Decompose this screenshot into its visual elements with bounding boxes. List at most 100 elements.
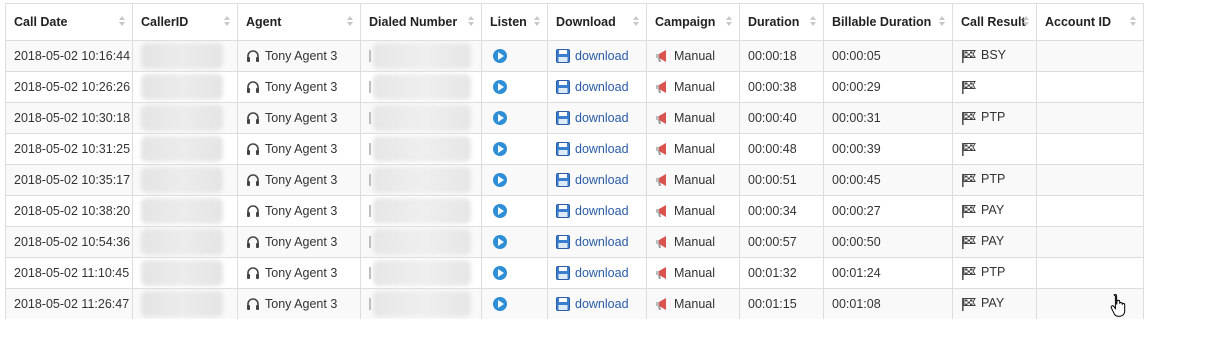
call-result-cell: PAY [952,288,1037,319]
call-result-cell: BSY [952,40,1037,72]
column-header-agent[interactable]: Agent [237,3,361,41]
column-header-download[interactable]: Download [547,3,647,41]
column-header-label: Listen [490,15,527,29]
phone-icon [369,236,371,248]
sort-arrows-icon[interactable] [939,16,945,28]
floppy-disk-icon [556,235,570,250]
column-header-label: Billable Duration [832,15,932,29]
redacted-caller-id [141,198,223,224]
play-icon[interactable] [493,49,507,64]
play-icon[interactable] [493,235,507,250]
agent-cell: Tony Agent 3 [237,71,361,103]
call-result-code: BSY [981,48,1007,63]
call-date-cell: 2018-05-02 11:26:47 [5,288,133,319]
download-link[interactable]: download [575,142,629,156]
megaphone-icon [656,267,666,280]
table-row: 2018-05-02 10:38:20 Tony Agent 3 download M… [5,195,1143,227]
duration-value: 00:00:38 [748,80,797,94]
download-link[interactable]: download [575,80,629,94]
download-link[interactable]: download [575,235,629,249]
billable-duration-value: 00:01:24 [832,266,881,280]
column-header-dialed-number[interactable]: Dialed Number [360,3,482,41]
download-link[interactable]: download [575,266,629,280]
redacted-caller-id [141,167,223,193]
sort-arrows-icon[interactable] [347,16,353,28]
account-id-cell [1036,40,1143,72]
column-header-duration[interactable]: Duration [739,3,824,41]
flag-icon [962,297,976,311]
sort-arrows-icon[interactable] [1023,16,1029,28]
duration-cell: 00:01:32 [739,257,824,289]
caller-id-cell [132,71,238,103]
play-icon[interactable] [493,80,507,95]
call-date-cell: 2018-05-02 10:35:17 [5,164,133,196]
play-icon[interactable] [493,266,507,281]
column-header-callerid[interactable]: CallerID [132,3,238,41]
agent-name: Tony Agent 3 [265,203,338,218]
floppy-disk-icon [556,49,570,64]
column-header-account-id[interactable]: Account ID [1036,3,1143,41]
listen-cell [481,133,548,165]
play-icon[interactable] [493,173,507,188]
play-icon[interactable] [493,204,507,219]
download-link[interactable]: download [575,173,629,187]
sort-arrows-icon[interactable] [726,16,732,28]
download-link[interactable]: download [575,49,629,63]
megaphone-icon [656,205,666,218]
download-link[interactable]: download [575,297,629,311]
column-header-call-date[interactable]: Call Date [5,3,133,41]
column-header-listen[interactable]: Listen [481,3,548,41]
call-date-cell: 2018-05-02 10:26:26 [5,71,133,103]
column-header-call-result[interactable]: Call Result [952,3,1037,41]
megaphone-icon [656,236,666,249]
flag-icon [962,235,976,249]
megaphone-icon [656,81,666,94]
dialed-number-cell [360,71,482,103]
call-result-cell [952,71,1037,103]
duration-value: 00:00:57 [748,235,797,249]
campaign-name: Manual [674,296,715,311]
play-icon[interactable] [493,111,507,126]
sort-arrows-icon[interactable] [119,16,125,28]
call-result-cell: PAY [952,195,1037,227]
sort-arrows-icon[interactable] [633,16,639,28]
call-date-cell: 2018-05-02 10:38:20 [5,195,133,227]
sort-arrows-icon[interactable] [810,16,816,28]
campaign-cell: Manual [646,102,740,134]
billable-duration-value: 00:00:39 [832,142,881,156]
table-row: 2018-05-02 10:30:18 Tony Agent 3 download M… [5,102,1143,134]
sort-arrows-icon[interactable] [468,16,474,28]
billable-duration-cell: 00:00:31 [823,102,953,134]
campaign-name: Manual [674,110,715,125]
headset-icon [247,205,259,218]
dialed-number-cell [360,257,482,289]
column-header-label: CallerID [141,15,189,29]
flag-icon [962,266,976,280]
agent-cell: Tony Agent 3 [237,257,361,289]
play-icon[interactable] [493,297,507,312]
headset-icon [247,267,259,280]
listen-cell [481,257,548,289]
campaign-cell: Manual [646,226,740,258]
dialed-number-cell [360,195,482,227]
listen-cell [481,71,548,103]
duration-value: 00:00:34 [748,204,797,218]
table-row: 2018-05-02 10:54:36 Tony Agent 3 download M… [5,226,1143,258]
download-link[interactable]: download [575,204,629,218]
sort-arrows-icon[interactable] [1130,16,1136,28]
redacted-dialed-number [373,136,471,162]
play-icon[interactable] [493,142,507,157]
call-result-code: PTP [981,265,1006,280]
sort-arrows-icon[interactable] [534,16,540,28]
caller-id-cell [132,226,238,258]
column-header-billable-duration[interactable]: Billable Duration [823,3,953,41]
call-date-value: 2018-05-02 10:38:20 [14,204,131,218]
caller-id-cell [132,288,238,319]
headset-icon [247,143,259,156]
floppy-disk-icon [556,173,570,188]
headset-icon [247,236,259,249]
call-date-cell: 2018-05-02 10:16:44 [5,40,133,72]
column-header-campaign[interactable]: Campaign [646,3,740,41]
sort-arrows-icon[interactable] [224,16,230,28]
download-link[interactable]: download [575,111,629,125]
